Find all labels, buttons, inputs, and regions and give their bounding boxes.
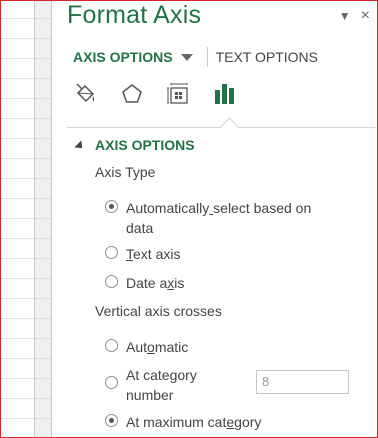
radio-at-maximum-category[interactable]: At maximum category [105, 412, 261, 432]
active-tab-pointer [220, 117, 239, 136]
radio-button[interactable] [105, 414, 118, 427]
collapse-triangle-icon[interactable] [74, 140, 86, 152]
radio-text-axis[interactable]: Text axis [105, 244, 180, 264]
vertical-axis-crosses-label: Vertical axis crosses [95, 303, 222, 319]
option-label: At category number [126, 367, 197, 403]
vertical-scrollbar[interactable] [35, 1, 51, 437]
option-tabs: AXIS OPTIONS TEXT OPTIONS [73, 47, 318, 67]
chevron-down-icon[interactable] [180, 53, 193, 61]
axis-options-section-header[interactable]: AXIS OPTIONS [74, 137, 195, 153]
option-label: Automatically select based on data [126, 200, 312, 236]
effects-pentagon-icon[interactable] [119, 81, 145, 107]
pane-options-dropdown-icon[interactable]: ▼ [339, 9, 351, 23]
pane-controls: ▼ × [339, 7, 370, 25]
option-label: At maximum category [126, 414, 262, 430]
axis-options-bars-icon[interactable] [211, 81, 237, 107]
tab-axis-options[interactable]: AXIS OPTIONS [73, 49, 173, 65]
radio-at-category-number[interactable]: At category number [105, 365, 197, 405]
section-title: AXIS OPTIONS [95, 137, 195, 153]
category-icon-tabs [73, 81, 237, 107]
radio-button[interactable] [105, 246, 118, 259]
radio-button[interactable] [105, 275, 118, 288]
tab-text-options[interactable]: TEXT OPTIONS [216, 49, 318, 65]
radio-button[interactable] [105, 376, 118, 389]
radio-date-axis[interactable]: Date axis [105, 273, 184, 293]
pane-title: Format Axis [67, 1, 202, 29]
tab-separator [206, 47, 208, 67]
option-label: Automatic [126, 339, 189, 355]
close-icon[interactable]: × [361, 7, 370, 25]
format-axis-pane: Format Axis ▼ × AXIS OPTIONS TEXT OPTION… [53, 1, 376, 437]
radio-automatic-select[interactable]: Automatically select based on data [105, 198, 311, 238]
option-label: Date axis [126, 275, 185, 291]
fill-line-icon[interactable] [73, 81, 99, 107]
radio-button[interactable] [105, 339, 118, 352]
axis-type-label: Axis Type [95, 164, 156, 180]
size-properties-icon[interactable] [165, 81, 191, 107]
radio-automatic[interactable]: Automatic [105, 337, 188, 357]
pane-divider [51, 1, 52, 437]
option-label: Text axis [126, 246, 181, 262]
worksheet-grid [1, 1, 34, 437]
radio-button[interactable] [105, 200, 118, 213]
category-number-input[interactable]: 8 [256, 370, 349, 394]
